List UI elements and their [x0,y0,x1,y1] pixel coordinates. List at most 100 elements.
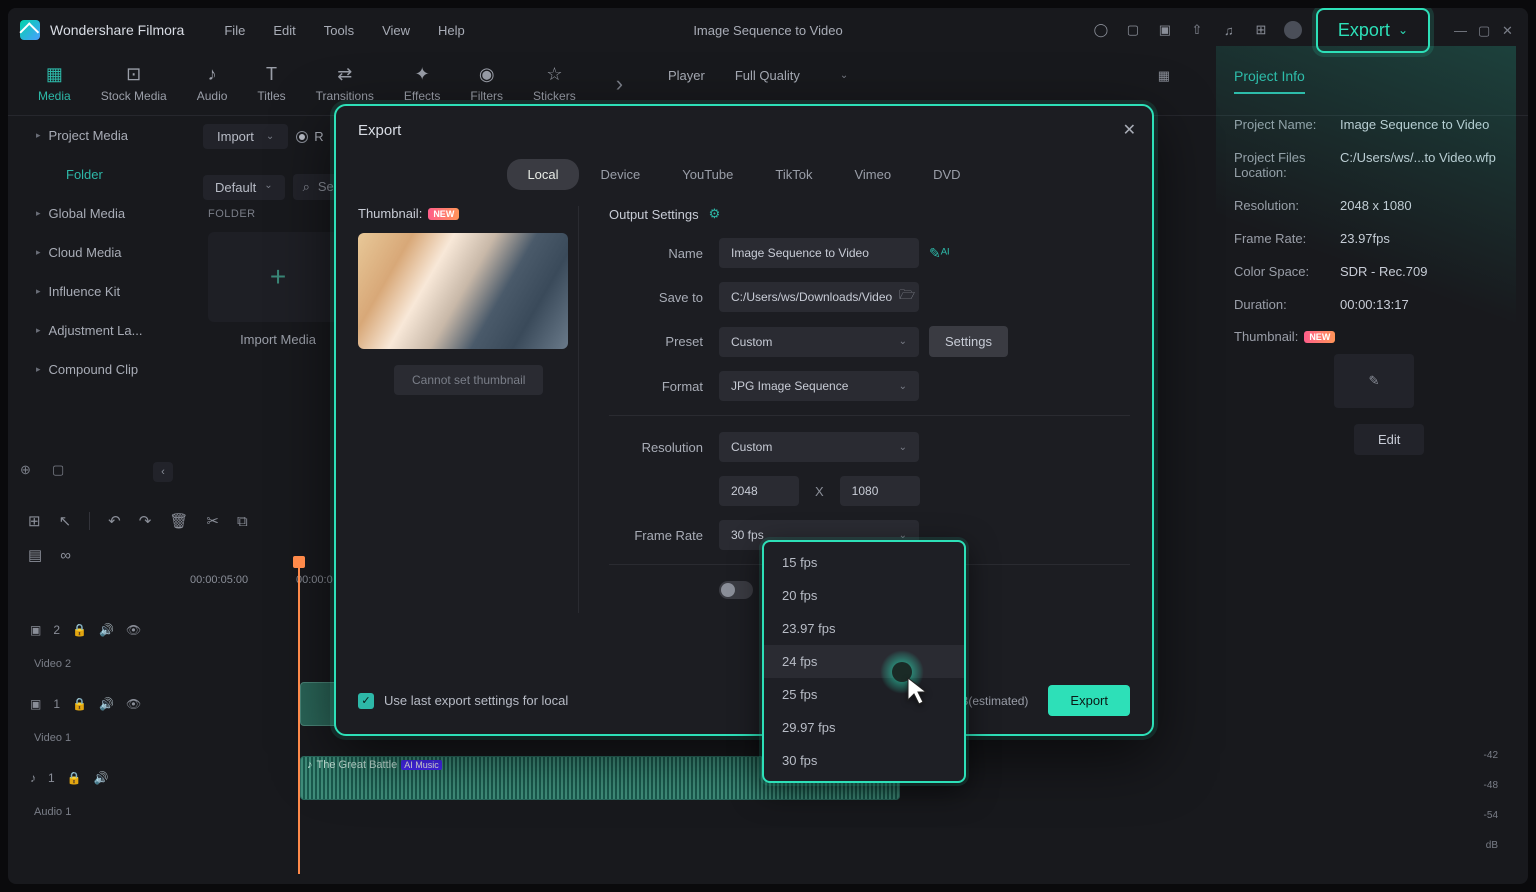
avatar-icon[interactable] [1284,21,1302,39]
collapse-sidebar-icon[interactable]: ‹ [153,462,173,482]
meter-db: dB [1486,840,1498,851]
audio-track-1[interactable]: ♪ The Great Battle AI Music [180,756,1218,800]
cut-icon[interactable]: ✂ [206,512,219,530]
fps-option-23-97[interactable]: 23.97 fps [764,612,964,645]
menu-tools[interactable]: Tools [324,23,354,38]
tab-stickers[interactable]: ☆Stickers [533,65,576,103]
tab-media[interactable]: ▦Media [38,65,71,103]
apps-icon[interactable]: ⊞ [1252,21,1270,39]
resolution-width-input[interactable] [719,476,799,506]
modal-tab-vimeo[interactable]: Vimeo [834,159,911,190]
framerate-dropdown: 15 fps 20 fps 23.97 fps 24 fps 25 fps 29… [762,540,966,783]
media-icon: ▦ [46,65,63,85]
folder-icon[interactable]: ▢ [52,462,70,480]
browse-folder-icon[interactable]: 🗁 [899,286,915,308]
link-icon[interactable]: ∞ [60,547,71,564]
modal-export-button[interactable]: Export [1048,685,1130,716]
import-dropdown[interactable]: Import ⌄ [203,124,288,149]
save-icon[interactable]: ▣ [1156,21,1174,39]
maximize-icon[interactable]: ▢ [1478,23,1492,37]
format-select[interactable]: JPG Image Sequence ⌄ [719,371,919,401]
ai-rename-icon[interactable]: ✎ᴬᴵ [929,245,949,262]
cloud-icon[interactable]: ◯ [1092,21,1110,39]
tab-filters[interactable]: ◉Filters [470,65,503,103]
modal-close-icon[interactable]: ✕ [1123,120,1136,140]
info-resolution-label: Resolution: [1234,198,1340,213]
grid-icon[interactable]: ⊞ [28,512,41,530]
new-folder-icon[interactable]: ⊕ [20,462,38,480]
fps-option-15[interactable]: 15 fps [764,546,964,579]
edit-button[interactable]: Edit [1354,424,1424,455]
sidebar-cloud-media[interactable]: ▸Cloud Media [16,233,196,272]
gear-icon[interactable]: ⚙ [709,206,721,222]
record-toggle[interactable]: R [296,129,323,144]
resolution-height-input[interactable] [840,476,920,506]
fps-option-25[interactable]: 25 fps [764,678,964,711]
tab-audio[interactable]: ♪Audio [197,65,228,103]
headphone-icon[interactable]: ♫ [1220,21,1238,39]
modal-tab-youtube[interactable]: YouTube [662,159,753,190]
sort-dropdown[interactable]: Default ⌄ [203,175,285,200]
modal-tab-device[interactable]: Device [581,159,661,190]
meter-42: -42 [1484,750,1498,761]
export-button[interactable]: Export ⌄ [1316,8,1430,53]
preset-settings-button[interactable]: Settings [929,326,1008,357]
pointer-icon[interactable]: ↖ [59,512,72,530]
checkbox-checked-icon[interactable]: ✓ [358,693,374,709]
playhead[interactable] [298,556,300,874]
menu-file[interactable]: File [224,23,245,38]
eye-icon[interactable]: 👁 [126,697,141,711]
name-input[interactable] [719,238,919,268]
fps-option-20[interactable]: 20 fps [764,579,964,612]
modal-tab-tiktok[interactable]: TikTok [755,159,832,190]
tab-titles[interactable]: TTitles [257,65,285,103]
toggle-switch[interactable] [719,581,753,599]
redo-icon[interactable]: ↷ [139,512,152,530]
tab-effects[interactable]: ✦Effects [404,65,440,103]
cursor-icon [906,676,932,709]
eye-icon[interactable]: 👁 [126,623,141,637]
mute-icon[interactable]: 🔊 [99,623,114,637]
mute-icon[interactable]: 🔊 [99,697,114,711]
close-icon[interactable]: ✕ [1502,23,1516,37]
thumbnail-edit-box[interactable]: ✎ [1334,354,1414,408]
video-track-icon: ▣ [30,697,41,711]
lock-icon[interactable]: 🔒 [72,697,87,711]
upload-icon[interactable]: ⇧ [1188,21,1206,39]
import-media-tile[interactable]: + [208,232,348,322]
menu-help[interactable]: Help [438,23,465,38]
framerate-label: Frame Rate [609,528,719,543]
lock-icon[interactable]: 🔒 [72,623,87,637]
chevron-down-icon: ⌄ [899,336,907,347]
sidebar-project-media[interactable]: ▸Project Media [16,116,196,155]
fps-option-24[interactable]: 24 fps [764,645,964,678]
lock-icon[interactable]: 🔒 [67,771,82,785]
quality-select[interactable]: Full Quality ⌄ [735,68,848,83]
minimize-icon[interactable]: — [1454,23,1468,37]
sidebar-global-media[interactable]: ▸Global Media [16,194,196,233]
fps-option-29-97[interactable]: 29.97 fps [764,711,964,744]
tab-transitions[interactable]: ⇄Transitions [316,65,374,103]
resolution-select[interactable]: Custom ⌄ [719,432,919,462]
modal-tab-dvd[interactable]: DVD [913,159,980,190]
sidebar-folder[interactable]: Folder [16,155,196,194]
layers-icon[interactable]: ▤ [28,546,42,564]
delete-icon[interactable]: 🗑 [169,512,188,530]
sidebar-adjustment-layer[interactable]: ▸Adjustment La... [16,311,196,350]
saveto-input[interactable] [719,282,919,312]
sidebar-compound-clip[interactable]: ▸Compound Clip [16,350,196,389]
tab-stock-media[interactable]: ⊡Stock Media [101,65,167,103]
menu-view[interactable]: View [382,23,410,38]
crop-icon[interactable]: ⧉ [237,513,248,530]
snapshot-icon[interactable]: ▦ [1158,68,1170,84]
menu-edit[interactable]: Edit [273,23,295,38]
mute-icon[interactable]: 🔊 [94,771,109,785]
fps-option-30[interactable]: 30 fps [764,744,964,777]
screen-icon[interactable]: ▢ [1124,21,1142,39]
more-tabs-icon[interactable]: › [616,71,623,97]
sidebar-influence-kit[interactable]: ▸Influence Kit [16,272,196,311]
audio-icon: ♪ [208,65,217,85]
preset-select[interactable]: Custom ⌄ [719,327,919,357]
modal-tab-local[interactable]: Local [507,159,578,190]
undo-icon[interactable]: ↶ [108,512,121,530]
